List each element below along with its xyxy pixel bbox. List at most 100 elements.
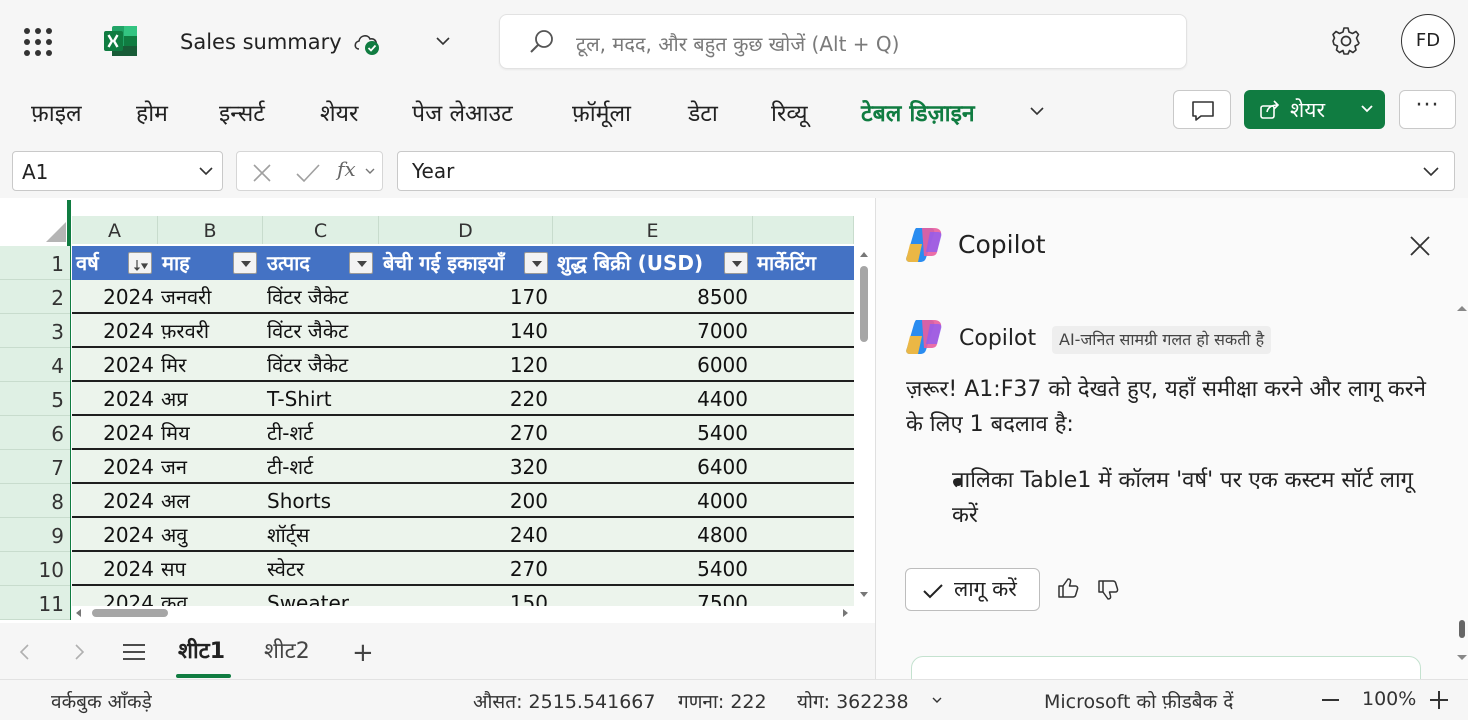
cell-units[interactable]: 270 (379, 552, 548, 584)
feedback-link[interactable]: Microsoft को फ़ीडबैक दें (1044, 688, 1233, 714)
previous-sheet-icon[interactable] (18, 643, 32, 661)
cell-net-sales[interactable]: 6000 (553, 348, 748, 380)
cell-month[interactable]: कव (161, 586, 261, 606)
cell-units[interactable]: 220 (379, 382, 548, 414)
name-box[interactable]: A1 (12, 151, 223, 191)
row-header[interactable]: 8 (0, 484, 70, 518)
pane-scroll-down-icon[interactable] (1456, 654, 1468, 662)
cell-units[interactable]: 120 (379, 348, 548, 380)
column-header-b[interactable]: B (158, 216, 263, 244)
insert-function-icon[interactable]: fx (337, 157, 356, 181)
cell-net-sales[interactable]: 6400 (553, 450, 748, 482)
filter-button[interactable] (724, 252, 748, 274)
column-header-e[interactable]: E (553, 216, 753, 244)
sheet-tab-1[interactable]: शीट1 (178, 635, 225, 665)
more-tabs-chevron-icon[interactable] (1028, 102, 1046, 120)
row-header[interactable]: 7 (0, 450, 70, 484)
thumbs-up-icon[interactable] (1056, 576, 1080, 600)
cell-units[interactable]: 240 (379, 518, 548, 550)
scroll-up-arrow-icon[interactable] (859, 250, 869, 258)
column-header-d[interactable]: D (379, 216, 553, 244)
row-header[interactable]: 10 (0, 552, 70, 586)
table-header-cell[interactable]: मार्केटिंग (753, 246, 854, 280)
cell-product[interactable]: टी-शर्ट (267, 450, 377, 482)
row-header[interactable]: 2 (0, 280, 70, 314)
row-header[interactable]: 1 (0, 246, 70, 280)
horizontal-scrollbar[interactable] (72, 604, 856, 621)
row-header[interactable]: 4 (0, 348, 70, 382)
document-title[interactable]: Sales summary (180, 30, 342, 54)
cell-year[interactable]: 2024 (72, 586, 154, 606)
cell-product[interactable]: T-Shirt (267, 382, 377, 414)
cell-year[interactable]: 2024 (72, 518, 154, 550)
zoom-in-icon[interactable] (1438, 691, 1440, 709)
pane-scroll-thumb[interactable] (1459, 620, 1465, 638)
apply-button[interactable]: लागू करें (905, 568, 1040, 611)
tab-share[interactable]: शेयर (320, 96, 358, 128)
cell-units[interactable]: 150 (379, 586, 548, 606)
filter-button[interactable] (233, 252, 257, 274)
cell-product[interactable]: टी-शर्ट (267, 416, 377, 448)
add-sheet-button[interactable]: + (352, 638, 374, 668)
cell-year[interactable]: 2024 (72, 348, 154, 380)
cell-year[interactable]: 2024 (72, 280, 154, 312)
cell-net-sales[interactable]: 4000 (553, 484, 748, 516)
cell-product[interactable]: Shorts (267, 484, 377, 516)
tab-formulas[interactable]: फ़ॉर्मूला (572, 96, 631, 128)
cell-product[interactable]: Sweater (267, 586, 377, 606)
formula-input[interactable]: Year (397, 151, 1455, 191)
filter-button[interactable] (524, 252, 548, 274)
row-header[interactable]: 5 (0, 382, 70, 416)
tab-table-design[interactable]: टेबल डिज़ाइन (861, 96, 975, 128)
cell-units[interactable]: 140 (379, 314, 548, 346)
zoom-level[interactable]: 100% (1362, 688, 1416, 710)
user-avatar[interactable]: FD (1401, 14, 1455, 68)
all-sheets-menu-icon[interactable] (122, 642, 146, 662)
cell-month[interactable]: फ़रवरी (161, 314, 261, 346)
chevron-down-icon[interactable] (931, 696, 943, 704)
tab-data[interactable]: डेटा (688, 96, 718, 128)
settings-gear-icon[interactable] (1330, 25, 1362, 57)
next-sheet-icon[interactable] (72, 643, 86, 661)
scroll-down-arrow-icon[interactable] (859, 591, 869, 599)
cell-product[interactable]: स्वेटर (267, 552, 377, 584)
thumbs-down-icon[interactable] (1096, 578, 1120, 602)
cell-net-sales[interactable]: 8500 (553, 280, 748, 312)
cell-net-sales[interactable]: 7500 (553, 586, 748, 606)
cell-year[interactable]: 2024 (72, 382, 154, 414)
cell-month[interactable]: मिर (161, 348, 261, 380)
column-header-c[interactable]: C (263, 216, 379, 244)
chevron-down-icon[interactable] (198, 165, 214, 177)
column-header-a[interactable]: A (72, 216, 158, 244)
sheet-tab-2[interactable]: शीट2 (264, 635, 310, 665)
table-header-cell[interactable]: शुद्ध बिक्री (USD) (553, 246, 753, 280)
cell-year[interactable]: 2024 (72, 314, 154, 346)
tab-home[interactable]: होम (136, 96, 168, 128)
vertical-scrollbar[interactable] (855, 246, 872, 606)
cell-net-sales[interactable]: 4800 (553, 518, 748, 550)
row-header[interactable]: 9 (0, 518, 70, 552)
cell-units[interactable]: 270 (379, 416, 548, 448)
cell-product[interactable]: विंटर जैकेट (267, 280, 377, 312)
column-header-f[interactable] (753, 216, 854, 244)
cloud-saved-icon[interactable] (352, 29, 382, 57)
tab-review[interactable]: रिव्यू (771, 96, 808, 128)
cell-year[interactable]: 2024 (72, 450, 154, 482)
cell-product[interactable]: विंटर जैकेट (267, 314, 377, 346)
zoom-out-icon[interactable] (1322, 699, 1339, 701)
comments-button[interactable] (1173, 90, 1231, 129)
tab-file[interactable]: फ़ाइल (31, 96, 82, 128)
more-options-button[interactable]: ··· (1399, 90, 1456, 129)
cancel-icon[interactable] (251, 162, 273, 184)
cell-net-sales[interactable]: 5400 (553, 416, 748, 448)
close-icon[interactable] (1408, 234, 1432, 258)
vertical-scroll-thumb[interactable] (860, 266, 868, 342)
scroll-right-arrow-icon[interactable] (842, 608, 850, 618)
workbook-statistics-button[interactable]: वर्कबुक आँकड़े (51, 688, 152, 714)
cell-units[interactable]: 320 (379, 450, 548, 482)
cell-month[interactable]: अल (161, 484, 261, 516)
row-header[interactable]: 11 (0, 586, 70, 620)
row-header[interactable]: 6 (0, 416, 70, 450)
row-header[interactable]: 3 (0, 314, 70, 348)
pane-scroll-up-icon[interactable] (1456, 304, 1468, 312)
